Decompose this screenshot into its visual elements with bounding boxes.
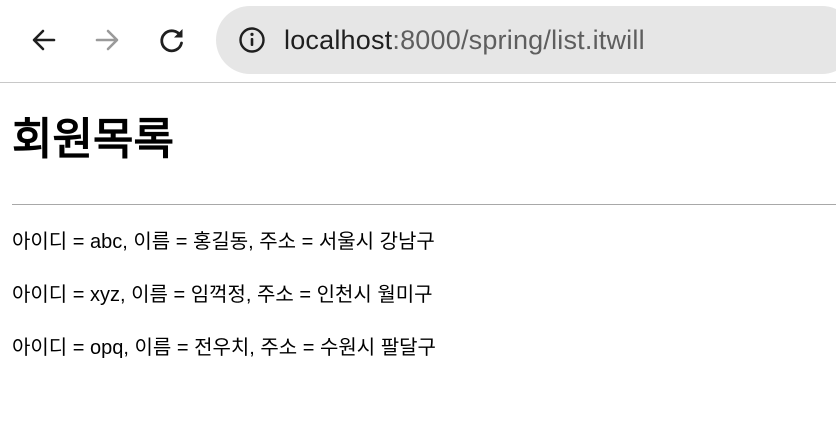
member-row: 아이디 = opq, 이름 = 전우치, 주소 = 수원시 팔달구: [12, 337, 436, 359]
url-text[interactable]: localhost:8000/spring/list.itwill: [284, 24, 645, 56]
info-circle-icon[interactable]: [238, 26, 266, 54]
address-bar[interactable]: localhost:8000/spring/list.itwill: [216, 6, 836, 74]
arrow-right-icon: [95, 29, 119, 51]
reload-button[interactable]: [152, 20, 192, 60]
arrow-left-icon: [32, 29, 56, 51]
forward-button[interactable]: [87, 20, 127, 60]
url-host: localhost: [284, 25, 393, 55]
divider: [12, 204, 836, 205]
reload-icon: [160, 29, 183, 53]
browser-toolbar: localhost:8000/spring/list.itwill: [0, 0, 836, 83]
member-row: 아이디 = xyz, 이름 = 임꺽정, 주소 = 인천시 월미구: [12, 284, 433, 306]
member-row: 아이디 = abc, 이름 = 홍길동, 주소 = 서울시 강남구: [12, 231, 435, 253]
member-list: 아이디 = abc, 이름 = 홍길동, 주소 = 서울시 강남구 아이디 = …: [12, 228, 436, 387]
back-button[interactable]: [24, 20, 64, 60]
page-title: 회원목록: [12, 115, 174, 164]
url-path: :8000/spring/list.itwill: [392, 25, 645, 55]
page-content: 회원목록 아이디 = abc, 이름 = 홍길동, 주소 = 서울시 강남구 아…: [0, 83, 836, 428]
